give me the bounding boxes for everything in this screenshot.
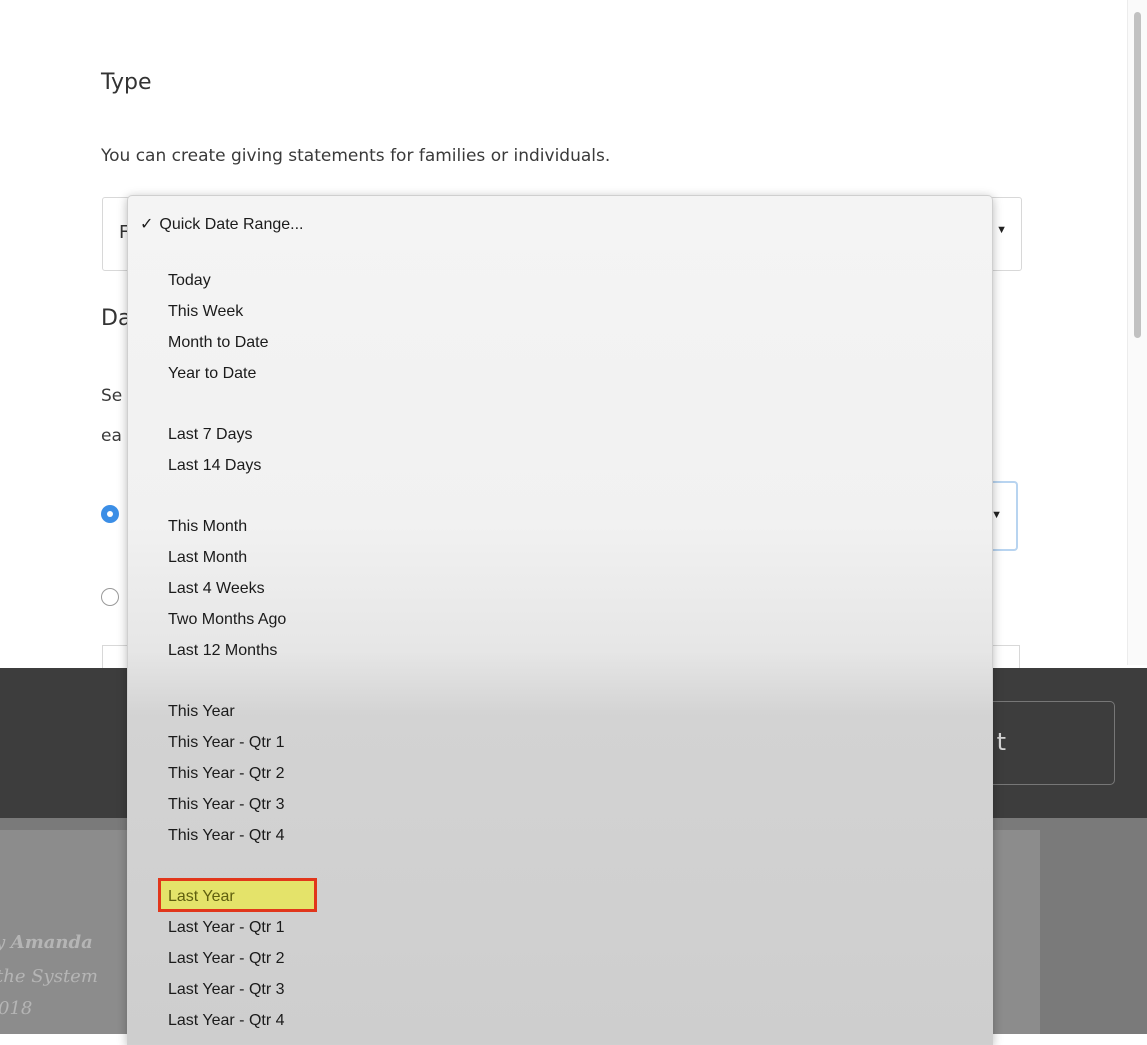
menu-item-last-year-qtr-2[interactable]: Last Year - Qtr 2 — [168, 950, 285, 968]
quick-date-range-menu[interactable]: ✓ Quick Date Range... Today This Week Mon… — [127, 195, 993, 1045]
menu-item-this-year-qtr-2[interactable]: This Year - Qtr 2 — [168, 765, 285, 783]
caret-down-icon: ▼ — [996, 224, 1007, 236]
menu-item-last-14-days[interactable]: Last 14 Days — [168, 457, 261, 475]
page-scrollbar[interactable] — [1127, 0, 1147, 665]
quick-range-radio[interactable] — [101, 505, 119, 523]
type-description: You can create giving statements for fam… — [101, 146, 611, 166]
scrollbar-thumb[interactable] — [1134, 12, 1141, 338]
menu-item-last-month[interactable]: Last Month — [168, 549, 247, 567]
date-range-description-line1: Se — [101, 386, 123, 406]
menu-item-this-week[interactable]: This Week — [168, 303, 243, 321]
create-statement-button-label: t — [996, 728, 1006, 756]
menu-item-last-12-months[interactable]: Last 12 Months — [168, 642, 277, 660]
menu-item-last-4-weeks[interactable]: Last 4 Weeks — [168, 580, 265, 598]
footnote-year: 018 — [0, 998, 33, 1019]
type-heading: Type — [101, 70, 152, 95]
menu-item-today[interactable]: Today — [168, 272, 211, 290]
footnote-system: the System — [0, 966, 98, 987]
menu-item-year-to-date[interactable]: Year to Date — [168, 365, 256, 383]
menu-item-this-year-qtr-3[interactable]: This Year - Qtr 3 — [168, 796, 285, 814]
menu-item-last-year-qtr-4[interactable]: Last Year - Qtr 4 — [168, 1012, 285, 1030]
menu-item-two-months-ago[interactable]: Two Months Ago — [168, 611, 286, 629]
custom-range-radio[interactable] — [101, 588, 119, 606]
menu-selected-label: Quick Date Range... — [159, 216, 304, 233]
date-range-description-line2: ea — [101, 426, 122, 446]
check-icon: ✓ — [140, 216, 154, 233]
menu-selected-item[interactable]: ✓ Quick Date Range... — [140, 214, 303, 234]
menu-item-this-year[interactable]: This Year — [168, 703, 235, 721]
menu-item-this-year-qtr-1[interactable]: This Year - Qtr 1 — [168, 734, 285, 752]
menu-item-last-year-qtr-3[interactable]: Last Year - Qtr 3 — [168, 981, 285, 999]
menu-item-last-7-days[interactable]: Last 7 Days — [168, 426, 252, 444]
menu-item-this-month[interactable]: This Month — [168, 518, 247, 536]
menu-item-last-year-qtr-1[interactable]: Last Year - Qtr 1 — [168, 919, 285, 937]
menu-item-month-to-date[interactable]: Month to Date — [168, 334, 269, 352]
footnote-author: y Amanda — [0, 932, 93, 953]
menu-item-this-year-qtr-4[interactable]: This Year - Qtr 4 — [168, 827, 285, 845]
menu-item-last-year[interactable]: Last Year — [168, 888, 235, 906]
